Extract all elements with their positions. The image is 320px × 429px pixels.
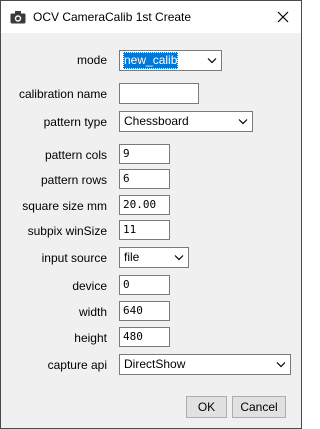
input-source-label: input source bbox=[41, 251, 107, 265]
chevron-down-icon bbox=[238, 119, 248, 125]
capture-api-label: capture api bbox=[47, 358, 107, 372]
window-title: OCV CameraCalib 1st Create bbox=[33, 10, 192, 24]
close-button[interactable] bbox=[271, 5, 295, 29]
pattern-rows-input[interactable]: 6 bbox=[119, 169, 170, 189]
mode-value: new_calib bbox=[123, 52, 179, 69]
dialog-content: mode new_calib calibration name pattern … bbox=[1, 33, 301, 428]
height-input[interactable]: 480 bbox=[119, 327, 170, 347]
device-input[interactable]: 0 bbox=[119, 275, 170, 295]
chevron-down-icon bbox=[207, 58, 217, 64]
mode-dropdown[interactable]: new_calib bbox=[119, 50, 222, 71]
pattern-type-dropdown[interactable]: Chessboard bbox=[119, 111, 253, 132]
calibration-name-input[interactable] bbox=[119, 83, 199, 104]
input-source-dropdown[interactable]: file bbox=[119, 247, 189, 268]
subpix-winsize-input[interactable]: 11 bbox=[119, 220, 170, 240]
pattern-type-value: Chessboard bbox=[124, 114, 189, 128]
dialog-window: OCV CameraCalib 1st Create mode new_cali… bbox=[0, 0, 302, 429]
pattern-cols-input[interactable]: 9 bbox=[119, 144, 170, 164]
square-size-input[interactable]: 20.00 bbox=[119, 195, 170, 215]
width-label: width bbox=[78, 305, 107, 319]
title-bar[interactable]: OCV CameraCalib 1st Create bbox=[1, 1, 301, 33]
square-size-label: square size mm bbox=[22, 199, 107, 213]
mode-label: mode bbox=[76, 53, 107, 67]
input-source-value: file bbox=[124, 250, 140, 264]
device-label: device bbox=[72, 279, 107, 293]
pattern-cols-label: pattern cols bbox=[44, 148, 107, 162]
chevron-down-icon bbox=[276, 362, 286, 368]
pattern-type-label: pattern type bbox=[43, 115, 107, 129]
cancel-button[interactable]: Cancel bbox=[232, 396, 286, 418]
subpix-winsize-label: subpix winSize bbox=[27, 224, 107, 238]
camera-icon bbox=[10, 11, 26, 24]
height-label: height bbox=[74, 331, 107, 345]
capture-api-dropdown[interactable]: DirectShow bbox=[119, 354, 291, 375]
capture-api-value: DirectShow bbox=[124, 357, 186, 371]
close-icon bbox=[277, 11, 289, 23]
width-input[interactable]: 640 bbox=[119, 301, 170, 321]
chevron-down-icon bbox=[174, 255, 184, 261]
calibration-name-label: calibration name bbox=[18, 87, 107, 101]
ok-button[interactable]: OK bbox=[186, 396, 227, 418]
pattern-rows-label: pattern rows bbox=[40, 173, 107, 187]
